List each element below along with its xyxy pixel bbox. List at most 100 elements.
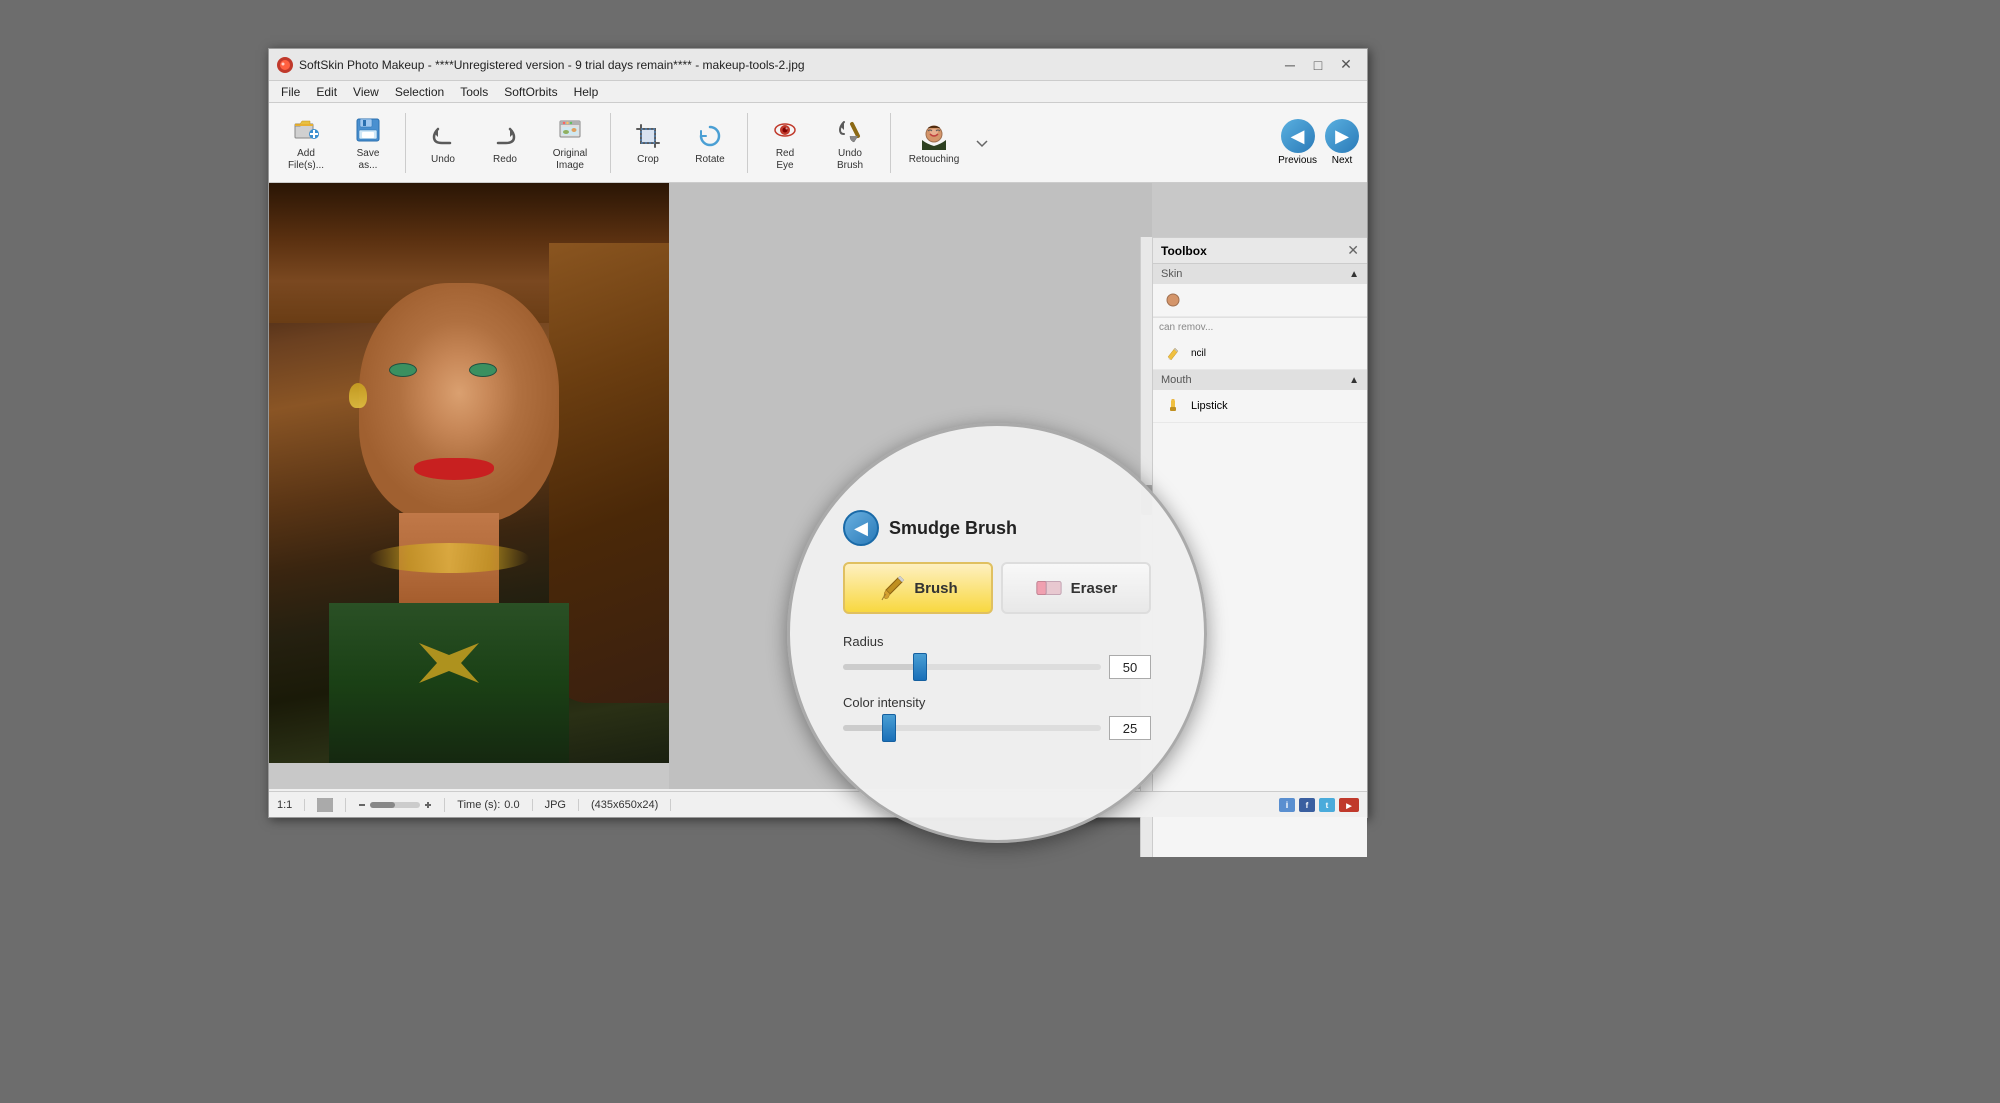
radius-section: Radius 50: [843, 634, 1151, 679]
eraser-mode-button[interactable]: Eraser: [1001, 562, 1151, 614]
format-section: JPG: [545, 799, 579, 811]
original-image-label: OriginalImage: [553, 148, 587, 172]
brush-label: Brush: [914, 580, 957, 597]
toolbar-more-button[interactable]: [975, 107, 989, 179]
zoom-slider[interactable]: [370, 802, 420, 808]
smudge-title-row: ◀ Smudge Brush: [843, 510, 1151, 546]
app-window: SoftSkin Photo Makeup - ****Unregistered…: [268, 48, 1368, 818]
toolbar-more-icon: [975, 136, 989, 150]
next-arrow-icon: ▶: [1325, 119, 1359, 153]
rotate-icon: [694, 120, 726, 152]
redo-label: Redo: [493, 154, 517, 165]
color-intensity-slider-thumb[interactable]: [882, 714, 896, 742]
redo-button[interactable]: Redo: [476, 107, 534, 179]
undo-button[interactable]: Undo: [414, 107, 472, 179]
maximize-button[interactable]: □: [1305, 55, 1331, 75]
radius-label: Radius: [843, 634, 1151, 649]
undo-brush-label: UndoBrush: [837, 148, 863, 172]
previous-button[interactable]: ◀ Previous: [1278, 119, 1317, 166]
minimize-button[interactable]: ─: [1277, 55, 1303, 75]
zoom-slider-section[interactable]: [358, 798, 445, 812]
image-dimensions: (435x650x24): [591, 799, 658, 811]
menu-help[interactable]: Help: [566, 83, 607, 101]
add-files-button[interactable]: AddFile(s)...: [277, 107, 335, 179]
smudge-popup-content: ◀ Smudge Brush Brush: [827, 494, 1167, 772]
title-bar-left: SoftSkin Photo Makeup - ****Unregistered…: [277, 57, 805, 73]
toolbox-close-button[interactable]: ✕: [1347, 242, 1359, 259]
nav-buttons: ◀ Previous ▶ Next: [1278, 119, 1359, 166]
save-as-icon: [352, 114, 384, 146]
retouching-icon: [918, 120, 950, 152]
original-image-button[interactable]: OriginalImage: [538, 107, 602, 179]
toolbar-sep-3: [747, 113, 748, 173]
color-intensity-slider-track[interactable]: [843, 725, 1101, 731]
zoom-plus-icon: [424, 798, 432, 812]
radius-slider-track[interactable]: [843, 664, 1101, 670]
toolbox-item-pencil[interactable]: ncil: [1153, 337, 1367, 370]
undo-brush-button[interactable]: UndoBrush: [818, 107, 882, 179]
can-remove-text: can remov...: [1159, 322, 1213, 333]
info-icon: i: [1279, 798, 1295, 812]
lipstick-icon: [1163, 396, 1183, 416]
eraser-label: Eraser: [1071, 580, 1118, 597]
zoom-section: 1:1: [277, 799, 305, 811]
file-format: JPG: [545, 799, 566, 811]
toolbar: AddFile(s)... Saveas...: [269, 103, 1367, 183]
toolbox-item-lipstick[interactable]: Lipstick: [1153, 390, 1367, 423]
crop-label: Crop: [637, 154, 659, 165]
smudge-title: Smudge Brush: [889, 518, 1017, 539]
mouth-section-label[interactable]: Mouth ▲: [1153, 370, 1367, 390]
menu-view[interactable]: View: [345, 83, 387, 101]
retouching-button[interactable]: Retouching: [899, 107, 969, 179]
toolbar-sep-4: [890, 113, 891, 173]
undo-icon: [427, 120, 459, 152]
time-value: 0.0: [504, 799, 519, 811]
menu-file[interactable]: File: [273, 83, 308, 101]
skin-section-label[interactable]: Skin ▲: [1153, 264, 1367, 284]
original-image-icon: [554, 114, 586, 146]
zoom-level: 1:1: [277, 799, 292, 811]
status-right-icons: i f t ▶: [1279, 798, 1359, 812]
close-button[interactable]: ✕: [1333, 55, 1359, 75]
add-files-icon: [290, 114, 322, 146]
time-label: Time (s):: [457, 799, 500, 811]
zoom-slider-fill: [370, 802, 395, 808]
radius-slider-row: 50: [843, 655, 1151, 679]
app-icon: [277, 57, 293, 73]
radius-value-display: 50: [1109, 655, 1151, 679]
menu-edit[interactable]: Edit: [308, 83, 345, 101]
red-eye-button[interactable]: RedEye: [756, 107, 814, 179]
smudge-back-button[interactable]: ◀: [843, 510, 879, 546]
crop-button[interactable]: Crop: [619, 107, 677, 179]
dimensions-section: (435x650x24): [591, 799, 671, 811]
svg-text:f: f: [1306, 801, 1309, 810]
next-button[interactable]: ▶ Next: [1325, 119, 1359, 166]
menu-tools[interactable]: Tools: [452, 83, 496, 101]
brush-eraser-row: Brush Eraser: [843, 562, 1151, 614]
menu-bar: File Edit View Selection Tools SoftOrbit…: [269, 81, 1367, 103]
save-as-button[interactable]: Saveas...: [339, 107, 397, 179]
radius-slider-fill: [843, 664, 920, 670]
rotate-button[interactable]: Rotate: [681, 107, 739, 179]
status-bar: 1:1 Time (s): 0.0 JPG (435x650x24): [269, 791, 1367, 817]
rotate-label: Rotate: [695, 154, 724, 165]
menu-selection[interactable]: Selection: [387, 83, 452, 101]
view-mode-section: [317, 798, 346, 812]
next-label: Next: [1332, 155, 1353, 166]
color-intensity-value-display: 25: [1109, 716, 1151, 740]
twitter-icon: t: [1319, 798, 1335, 812]
content-area: Toolbox ✕ Skin ▲ can remov..: [269, 183, 1367, 789]
brush-tool-icon: [878, 574, 906, 602]
menu-softorbits[interactable]: SoftOrbits: [496, 83, 565, 101]
brush-mode-button[interactable]: Brush: [843, 562, 993, 614]
retouching-label: Retouching: [909, 154, 960, 165]
color-intensity-slider-row: 25: [843, 716, 1151, 740]
can-remove-area: can remov...: [1153, 317, 1367, 337]
photo-canvas: [269, 183, 669, 763]
eraser-tool-icon: [1035, 577, 1063, 599]
radius-slider-thumb[interactable]: [913, 653, 927, 681]
mouth-section-arrow-icon: ▲: [1349, 375, 1359, 386]
skin-tool-1-icon: [1163, 290, 1183, 310]
skin-section-arrow-icon: ▲: [1349, 269, 1359, 280]
toolbox-item-skin-1[interactable]: [1153, 284, 1367, 317]
